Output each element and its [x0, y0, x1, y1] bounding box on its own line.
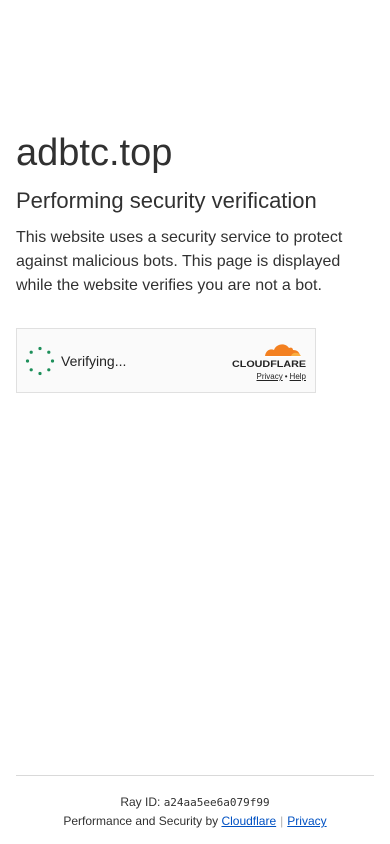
- cloudflare-link[interactable]: Cloudflare: [221, 814, 276, 828]
- verification-heading: Performing security verification: [16, 188, 317, 213]
- cloudflare-logo-icon: CLOUDFLARE: [232, 344, 306, 368]
- widget-help-link[interactable]: Help: [290, 372, 306, 381]
- turnstile-widget[interactable]: Verifying... CLOUDFLARE Privacy • Help: [16, 328, 316, 393]
- widget-privacy-link[interactable]: Privacy: [257, 372, 283, 381]
- widget-link-separator: •: [284, 372, 288, 381]
- spinner-icon: [25, 346, 55, 376]
- main-content: adbtc.top Performing security verificati…: [16, 130, 374, 298]
- footer-privacy-link[interactable]: Privacy: [287, 814, 326, 828]
- cloudflare-logo-text: CLOUDFLARE: [232, 359, 306, 368]
- performance-row: Performance and Security by Cloudflare | P…: [16, 813, 374, 829]
- ray-id-value: a24aa5ee6a079f99: [163, 796, 270, 809]
- performance-label: Performance and Security by: [63, 814, 222, 828]
- footer-divider: |: [280, 814, 284, 828]
- verification-description: This website uses a security service to …: [16, 229, 343, 294]
- page-footer: Ray ID: a24aa5ee6a079f99 Performance and…: [16, 775, 374, 829]
- widget-links: Privacy • Help: [257, 372, 307, 382]
- ray-id-row: Ray ID: a24aa5ee6a079f99: [16, 794, 374, 811]
- ray-id-label: Ray ID:: [120, 795, 164, 809]
- site-domain-title: adbtc.top: [16, 132, 173, 174]
- verifying-status-text: Verifying...: [61, 353, 127, 369]
